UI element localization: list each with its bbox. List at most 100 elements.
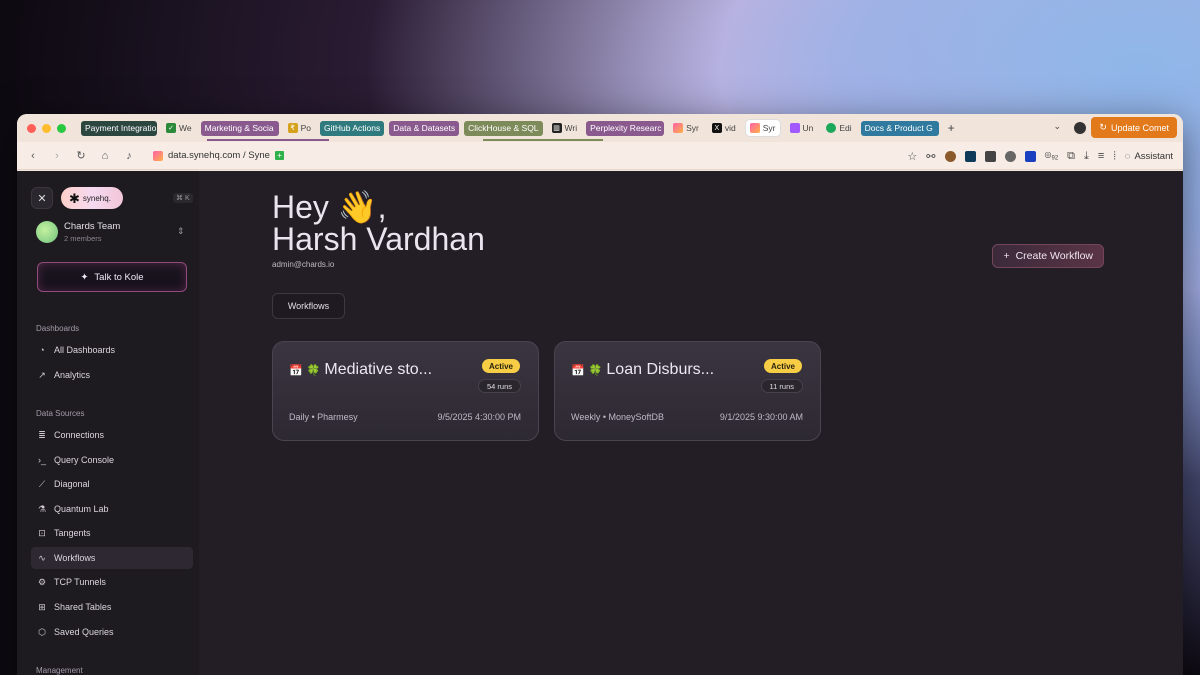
close-window-button[interactable]: [27, 123, 36, 133]
sidebar-item-query-console[interactable]: ›_ Query Console: [31, 449, 193, 471]
line-chart-icon: ↗: [38, 369, 46, 380]
close-sidebar-button[interactable]: ✕: [31, 187, 53, 209]
sidebar-item-diagonal[interactable]: ⟋ Diagonal: [31, 473, 193, 495]
forward-icon[interactable]: ›: [51, 150, 63, 162]
workflow-icon: ∿: [38, 552, 46, 563]
shortcut-hint: ⌘ K: [173, 193, 193, 203]
chevron-down-icon[interactable]: ⌄: [1053, 121, 1061, 132]
reload-icon[interactable]: ↻: [75, 149, 87, 162]
tab-group-underline: [483, 139, 603, 141]
sidebar-item-tangents[interactable]: ⊡ Tangents: [31, 522, 193, 544]
status-badge: Active: [763, 359, 802, 373]
sidebar-item-quantum-lab[interactable]: ⚗ Quantum Lab: [31, 498, 193, 520]
tab-favicon-icon: [826, 123, 837, 133]
download-icon[interactable]: ⤓: [1084, 150, 1089, 163]
tab-vid[interactable]: Xvid: [708, 119, 740, 137]
tab-group-github[interactable]: GitHub Actions: [320, 120, 385, 136]
microphone-icon[interactable]: ♪: [123, 150, 135, 162]
window-controls: [27, 123, 66, 133]
workflow-timestamp: 9/1/2025 9:30:00 AM: [719, 412, 803, 422]
workflow-schedule: Weekly • MoneySoftDB: [571, 412, 665, 422]
tab-favicon-icon: ✓: [166, 123, 176, 133]
react-extension-icon[interactable]: [964, 150, 976, 162]
tab-favicon-icon: [673, 123, 684, 133]
pie-chart-icon: ◔: [39, 345, 45, 355]
tab-group-marketing[interactable]: Marketing & Socia: [200, 120, 279, 136]
bitwarden-extension-icon[interactable]: [984, 150, 996, 162]
sidebar-item-tcp-tunnels[interactable]: ⚙ TCP Tunnels: [31, 571, 193, 593]
tab-syr-1[interactable]: Syr: [669, 119, 703, 137]
profile-avatar[interactable]: [1074, 122, 1086, 134]
minimize-window-button[interactable]: [42, 123, 51, 133]
workflow-timestamp: 9/5/2025 4:30:00 PM: [437, 412, 521, 422]
tab-syr-active[interactable]: Syr: [744, 119, 781, 137]
tab-group-docs[interactable]: Docs & Product G: [860, 120, 939, 136]
workflow-card[interactable]: 📅 🍀 Loan Disburs... Active 11 runs Weekl…: [554, 341, 821, 441]
extensions-toolbar: ☆ ⚯ ◎92 ⧉ ⤓ ≡ ⦙ ◌ Assistant: [907, 142, 1173, 170]
workflow-title: 📅 🍀 Mediative sto...: [289, 361, 433, 378]
box-icon: ⬡: [38, 626, 46, 637]
update-comet-button[interactable]: ↻ Update Comet: [1091, 117, 1177, 138]
team-switcher[interactable]: Chards Team 2 members: [36, 221, 120, 243]
url-field[interactable]: data.synehq.com / Syne +: [153, 150, 284, 161]
maximize-window-button[interactable]: [57, 123, 66, 133]
tab-edi[interactable]: Edi: [822, 119, 855, 137]
tab-group-clickhouse[interactable]: ClickHouse & SQL: [464, 120, 543, 136]
tab-un[interactable]: Un: [786, 119, 818, 137]
extension-icon[interactable]: [1024, 150, 1036, 162]
workflow-title: 📅 🍀 Loan Disburs...: [571, 361, 715, 378]
cookie-extension-icon[interactable]: [944, 150, 956, 162]
tab-group-underline: [207, 139, 329, 141]
x-logo-icon: X: [711, 123, 722, 133]
tab-po[interactable]: ₹ Po: [284, 119, 315, 137]
home-icon[interactable]: ⌂: [99, 150, 111, 162]
tab-workflows[interactable]: Workflows: [272, 293, 345, 319]
team-members: 2 members: [64, 234, 102, 243]
team-name: Chards Team: [64, 221, 121, 232]
tab-group-payment[interactable]: Payment Integratio: [81, 120, 157, 136]
main-content: Hey 👋, Harsh Vardhan admin@chards.io + C…: [199, 171, 1183, 675]
site-favicon-icon: [153, 150, 163, 161]
puzzle-icon[interactable]: ⧉: [1067, 150, 1075, 163]
ruler-icon: ⟋: [38, 478, 46, 489]
menu-icon[interactable]: ≡: [1098, 150, 1104, 162]
assistant-button[interactable]: ◌ Assistant: [1125, 151, 1173, 162]
tunnel-icon: ⚙: [37, 576, 47, 587]
clover-icon: 🍀: [588, 364, 603, 377]
sparkle-icon: ✦: [80, 271, 89, 283]
clover-icon: 🍀: [306, 364, 321, 377]
sidebar-item-workflows[interactable]: ∿ Workflows: [31, 547, 193, 569]
talk-to-kole-button[interactable]: ✦ Talk to Kole: [37, 262, 187, 292]
status-badge: Active: [481, 359, 520, 373]
tab-wri[interactable]: ▥ Wri: [548, 119, 582, 137]
sidebar-item-saved-queries[interactable]: ⬡ Saved Queries: [31, 621, 193, 643]
extension-badge[interactable]: ◎92: [1045, 150, 1059, 162]
synehq-logo[interactable]: ✱ synehq.: [61, 187, 123, 209]
sidebar-item-all-dashboards[interactable]: ◔ All Dashboards: [31, 339, 193, 361]
section-management: Management: [36, 666, 83, 675]
runs-badge: 54 runs: [477, 379, 521, 393]
asterisk-logo-icon: ✱: [69, 190, 80, 206]
create-workflow-button[interactable]: + Create Workflow: [992, 244, 1104, 268]
database-icon: ≣: [38, 429, 46, 440]
assistant-icon: ◌: [1124, 150, 1131, 162]
link-icon[interactable]: ⚯: [926, 150, 935, 163]
audio-wave-icon[interactable]: ⦙: [1113, 150, 1115, 163]
close-icon: ✕: [37, 192, 47, 205]
browser-window: Payment Integratio ✓ We Marketing & Socia…: [17, 114, 1183, 675]
sidebar-item-connections[interactable]: ≣ Connections: [31, 424, 193, 446]
extension-icon[interactable]: [1004, 150, 1016, 162]
back-icon[interactable]: ‹: [27, 150, 39, 162]
new-tab-button[interactable]: +: [944, 119, 959, 137]
workflow-card[interactable]: 📅 🍀 Mediative sto... Active 54 runs Dail…: [272, 341, 539, 441]
sidebar-item-shared-tables[interactable]: ⊞ Shared Tables: [31, 596, 193, 618]
app-container: ✕ ✱ synehq. ⌘ K Chards Team 2 members ⇕ …: [17, 171, 1183, 675]
tab-group-data[interactable]: Data & Datasets: [389, 120, 460, 136]
sidebar-item-analytics[interactable]: ↗ Analytics: [31, 364, 193, 386]
tab-favicon-icon: ₹: [287, 123, 298, 133]
bookmark-star-icon[interactable]: ☆: [907, 150, 917, 163]
user-email: admin@chards.io: [272, 260, 335, 269]
tab-we[interactable]: ✓ We: [162, 119, 196, 137]
chevron-updown-icon[interactable]: ⇕: [177, 226, 185, 237]
tab-group-perplexity[interactable]: Perplexity Researc: [586, 120, 665, 136]
